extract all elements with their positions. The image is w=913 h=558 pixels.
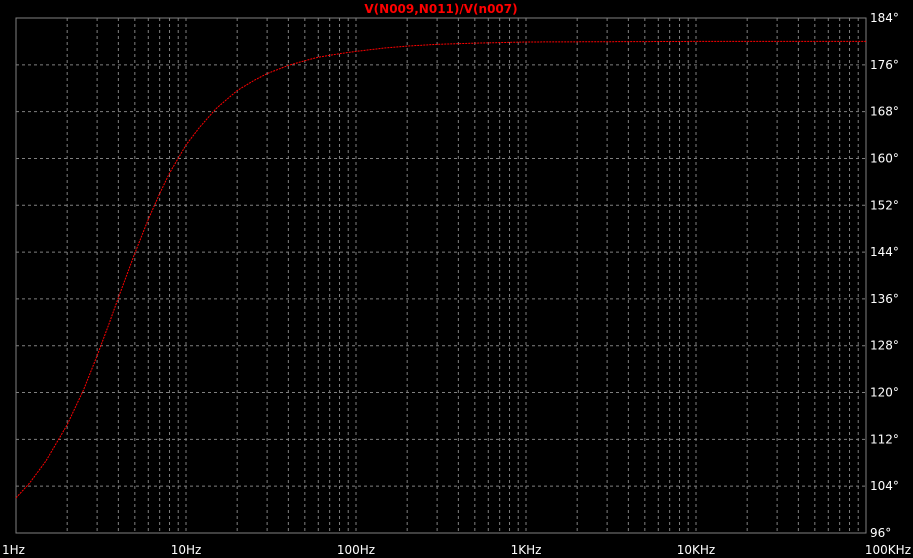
- y-tick-label: 112°: [870, 432, 899, 446]
- y-tick-label: 128°: [870, 339, 899, 353]
- plot-background: [0, 0, 913, 558]
- x-tick-label: 10Hz: [171, 543, 202, 557]
- x-tick-label: 1Hz: [2, 543, 25, 557]
- x-tick-label: 100Hz: [337, 543, 375, 557]
- y-tick-label: 160°: [870, 151, 899, 165]
- y-tick-label: 104°: [870, 479, 899, 493]
- y-tick-label: 168°: [870, 105, 899, 119]
- y-tick-label: 120°: [870, 386, 899, 400]
- y-tick-label: 136°: [870, 292, 899, 306]
- y-tick-label: 176°: [870, 58, 899, 72]
- y-tick-label: 184°: [870, 11, 899, 25]
- plot-window: 1Hz 10Hz 100Hz 1KHz 10KHz 100KHz 96° 104° 112° 1…: [0, 0, 913, 558]
- y-tick-label: 152°: [870, 198, 899, 212]
- x-tick-label: 10KHz: [677, 543, 715, 557]
- trace-title[interactable]: V(N009,N011)/V(n007): [364, 2, 517, 16]
- y-tick-label: 96°: [870, 526, 891, 540]
- phase-plot: 1Hz 10Hz 100Hz 1KHz 10KHz 100KHz 96° 104° 112° 1…: [0, 0, 913, 558]
- x-tick-label: 100KHz: [865, 543, 911, 557]
- y-tick-label: 144°: [870, 245, 899, 259]
- x-tick-label: 1KHz: [511, 543, 542, 557]
